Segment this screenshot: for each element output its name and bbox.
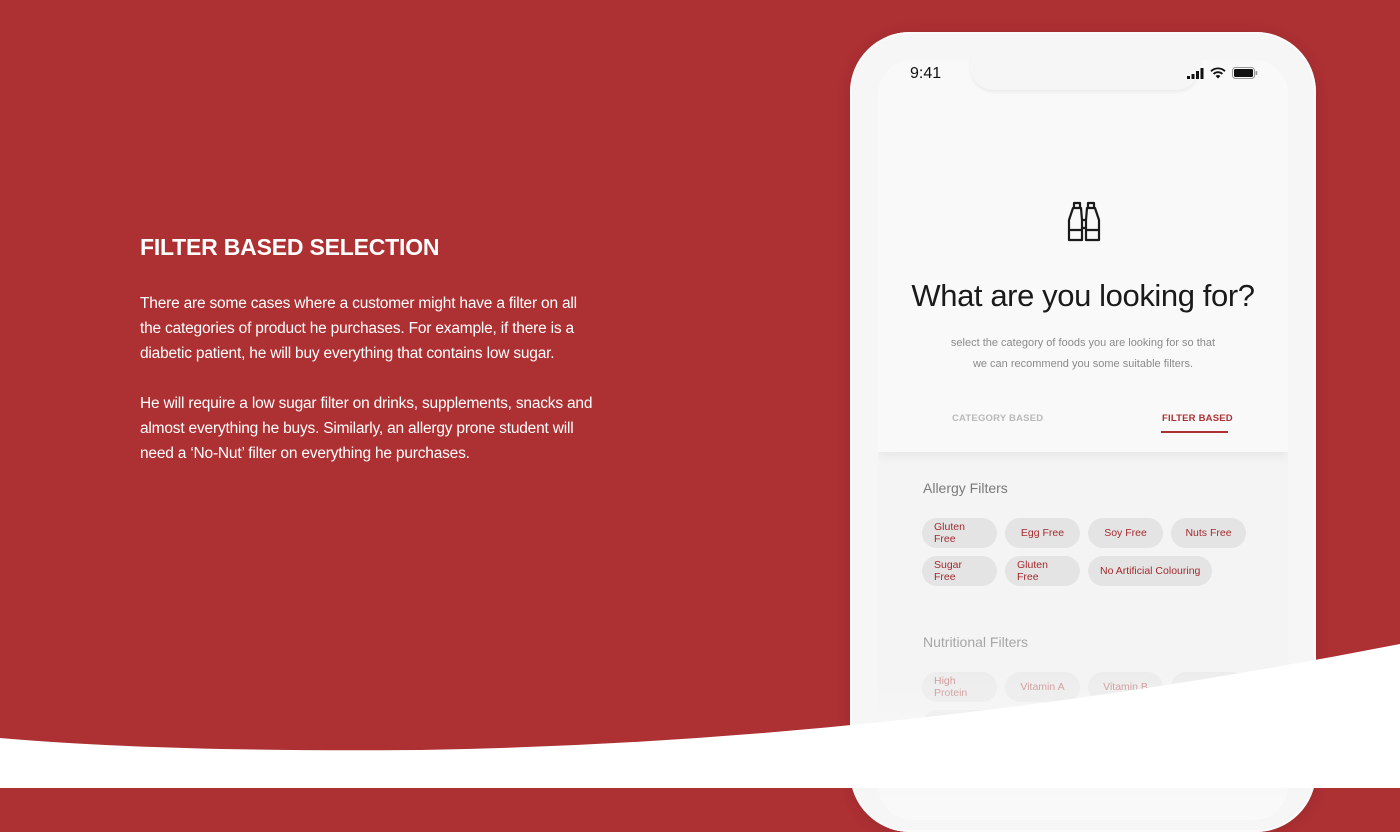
description-paragraph-1: There are some cases where a customer mi… <box>140 295 577 362</box>
page-title: What are you looking for? <box>911 278 1255 313</box>
chip-vitamin-a[interactable]: Vitamin A <box>1005 672 1080 702</box>
battery-icon <box>1232 67 1258 79</box>
header-card: 9:41 What are you looking for? select th… <box>878 60 1288 452</box>
binoculars-icon <box>1067 201 1101 242</box>
allergy-filter-chips: Gluten Free Egg Free Soy Free Nuts Free … <box>922 518 1262 586</box>
status-time: 9:41 <box>910 65 942 82</box>
active-tab-underline <box>1161 431 1228 433</box>
page-subtitle: select the category of foods you are loo… <box>938 333 1228 375</box>
chip-sugar-free[interactable]: Sugar Free <box>922 556 997 586</box>
chip-high-fibre[interactable]: High Fibre <box>922 710 997 740</box>
subtitle-line-2: we can recommend you some suitable filte… <box>972 358 1194 370</box>
wifi-icon <box>1210 67 1226 79</box>
chip-vitamin-c[interactable]: Vitamin C <box>1171 672 1246 702</box>
allergy-filters-title: Allergy Filters <box>923 480 1008 496</box>
nutritional-filters-title: Nutritional Filters <box>923 634 1029 650</box>
signal-icon <box>1187 67 1204 79</box>
chip-egg-free[interactable]: Egg Free <box>1005 518 1080 548</box>
section-heading: FILTER BASED SELECTION <box>140 234 440 260</box>
chip-trans-fat-free[interactable]: Trans Fat Free <box>1005 710 1099 740</box>
description-block: FILTER BASED SELECTION There are some ca… <box>140 234 600 491</box>
phone-mockup: 9:41 What are you looking for? select th… <box>850 32 1316 832</box>
chip-high-protein[interactable]: High Protein <box>922 672 997 702</box>
chip-vitamin-b[interactable]: Vitamin B <box>1088 672 1163 702</box>
tab-filter-based[interactable]: FILTER BASED <box>1162 413 1233 424</box>
phone-screen: 9:41 What are you looking for? select th… <box>878 60 1288 820</box>
tab-category-based[interactable]: CATEGORY BASED <box>952 413 1043 424</box>
chip-nuts-free[interactable]: Nuts Free <box>1171 518 1246 548</box>
phone-notch <box>971 60 1199 90</box>
chip-gluten-free[interactable]: Gluten Free <box>922 518 997 548</box>
description-paragraph-2: He will require a low sugar filter on dr… <box>140 395 593 462</box>
status-icons <box>1187 67 1258 79</box>
chip-soy-free[interactable]: Soy Free <box>1088 518 1163 548</box>
chip-gluten-free-2[interactable]: Gluten Free <box>1005 556 1080 586</box>
subtitle-line-1: select the category of foods you are loo… <box>950 337 1216 349</box>
nutritional-filter-chips: High Protein Vitamin A Vitamin B Vitamin… <box>922 672 1262 740</box>
chip-no-artificial-colouring[interactable]: No Artificial Colouring <box>1088 556 1213 586</box>
